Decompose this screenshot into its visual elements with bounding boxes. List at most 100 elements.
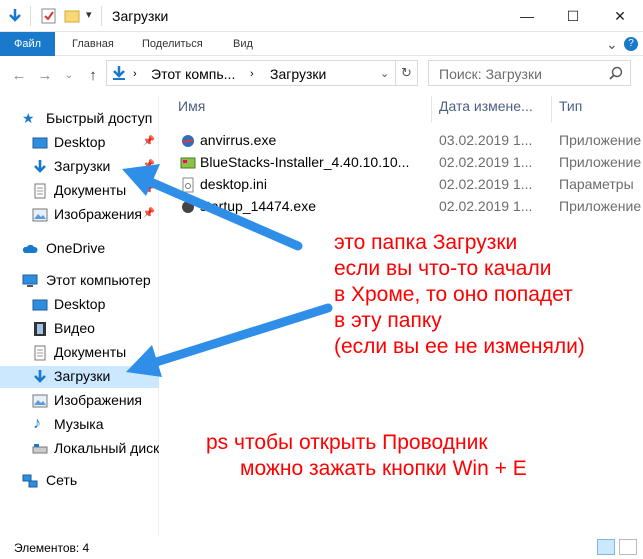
sidebar-item-this-pc[interactable]: Этот компьютер bbox=[0, 270, 159, 292]
breadcrumb-downloads[interactable]: Загрузки bbox=[270, 66, 326, 82]
sidebar-item-network[interactable]: Сеть bbox=[0, 470, 159, 492]
expand-ribbon-icon[interactable]: ⌄ bbox=[606, 32, 618, 56]
maximize-button[interactable]: ☐ bbox=[550, 0, 596, 32]
cloud-icon bbox=[22, 244, 38, 253]
music-note-icon: ♪ bbox=[33, 415, 41, 432]
file-row[interactable]: anvirrus.exe 03.02.2019 1... Приложение bbox=[160, 130, 643, 152]
column-header-type[interactable]: Тип bbox=[559, 98, 582, 114]
column-header-date[interactable]: Дата измене... bbox=[439, 98, 533, 114]
file-row[interactable]: BlueStacks-Installer_4.40.10.10... 02.02… bbox=[160, 152, 643, 174]
sidebar-item-quick-access[interactable]: ★ Быстрый доступ bbox=[0, 108, 159, 130]
network-icon bbox=[22, 474, 38, 488]
file-name: anvirrus.exe bbox=[200, 132, 277, 148]
divider bbox=[395, 61, 396, 85]
sidebar-item-documents-quick[interactable]: Документы 📌 bbox=[0, 180, 159, 202]
sidebar-item-downloads-quick[interactable]: Загрузки 📌 bbox=[0, 156, 159, 178]
breadcrumb-separator-icon: › bbox=[133, 68, 137, 80]
sidebar-item-label: Сеть bbox=[46, 472, 78, 488]
file-date: 02.02.2019 1... bbox=[439, 154, 533, 170]
installer-icon bbox=[180, 157, 196, 169]
file-date: 02.02.2019 1... bbox=[439, 176, 533, 192]
tab-share[interactable]: Поделиться bbox=[142, 32, 203, 56]
star-icon: ★ bbox=[22, 110, 35, 126]
breadcrumb-this-pc[interactable]: Этот компь... bbox=[151, 66, 235, 82]
column-divider[interactable] bbox=[431, 96, 432, 122]
refresh-icon[interactable]: ↻ bbox=[401, 65, 412, 81]
annotation-tip: можно зажать кнопки Win + E bbox=[240, 457, 527, 480]
video-icon bbox=[34, 322, 46, 336]
sidebar-item-documents[interactable]: Документы bbox=[0, 342, 159, 364]
sidebar-item-pictures[interactable]: Изображения bbox=[0, 390, 159, 412]
tab-view[interactable]: Вид bbox=[233, 32, 253, 56]
pin-icon[interactable]: 📌 bbox=[143, 184, 155, 195]
file-type: Параметры bbox=[559, 176, 634, 192]
sidebar-item-music[interactable]: ♪ Музыка bbox=[0, 414, 159, 436]
file-type: Приложение bbox=[559, 132, 642, 148]
hard-drive-icon bbox=[32, 444, 48, 454]
forward-arrow-icon[interactable]: → bbox=[36, 67, 54, 84]
breadcrumb-separator-icon: › bbox=[250, 68, 254, 80]
sidebar-item-label: Документы bbox=[54, 182, 127, 198]
navigation-pane: ★ Быстрый доступ Desktop 📌 Загрузки 📌 До… bbox=[0, 96, 159, 536]
large-icons-view-icon[interactable] bbox=[619, 539, 637, 555]
recent-locations-icon[interactable]: ⌄ bbox=[60, 70, 78, 81]
annotation-line: это папка Загрузки bbox=[334, 231, 518, 254]
sidebar-item-local-disk[interactable]: Локальный диск bbox=[0, 438, 159, 460]
address-bar[interactable]: › Этот компь... › Загрузки ⌄ ↻ bbox=[106, 60, 418, 86]
sidebar-item-label: Загрузки bbox=[54, 368, 111, 384]
tab-file[interactable]: Файл bbox=[0, 32, 55, 56]
sidebar-item-pictures-quick[interactable]: Изображения 📌 bbox=[0, 204, 159, 226]
file-type: Приложение bbox=[559, 154, 642, 170]
sidebar-item-label: Музыка bbox=[54, 416, 104, 432]
annotation-line: в эту папку bbox=[334, 309, 442, 332]
file-date: 03.02.2019 1... bbox=[439, 132, 533, 148]
sidebar-item-videos[interactable]: Видео bbox=[0, 318, 159, 340]
exe-icon bbox=[182, 135, 194, 147]
sidebar-item-downloads[interactable]: Загрузки bbox=[0, 366, 159, 388]
sidebar-item-label: Desktop bbox=[54, 134, 106, 150]
pin-icon[interactable]: 📌 bbox=[143, 160, 155, 171]
tab-home[interactable]: Главная bbox=[72, 32, 114, 56]
ribbon-tabs: Файл Главная Поделиться Вид ⌄ ? bbox=[0, 32, 643, 56]
search-icon bbox=[609, 66, 623, 80]
file-row[interactable]: startup_14474.exe 02.02.2019 1... Прилож… bbox=[160, 196, 643, 218]
close-button[interactable]: ✕ bbox=[597, 0, 643, 32]
pin-icon[interactable]: 📌 bbox=[143, 136, 155, 147]
annotation-tip: ps чтобы открыть Проводник bbox=[206, 431, 488, 454]
minimize-button[interactable]: — bbox=[504, 0, 550, 32]
up-arrow-icon[interactable]: ↑ bbox=[84, 67, 102, 84]
search-placeholder: Поиск: Загрузки bbox=[439, 66, 542, 82]
settings-file-icon bbox=[182, 177, 194, 193]
back-arrow-icon[interactable]: ← bbox=[10, 67, 28, 84]
annotation-line: в Хроме, то оно попадет bbox=[334, 283, 573, 306]
sidebar-item-label: Документы bbox=[54, 344, 127, 360]
annotation-line: (если вы ее не изменяли) bbox=[334, 335, 585, 358]
properties-icon[interactable] bbox=[40, 7, 58, 25]
file-name: BlueStacks-Installer_4.40.10.10... bbox=[200, 154, 410, 170]
documents-icon bbox=[34, 345, 46, 361]
details-view-icon[interactable] bbox=[597, 539, 615, 555]
address-dropdown-icon[interactable]: ⌄ bbox=[380, 67, 389, 80]
desktop-icon bbox=[32, 137, 48, 149]
pin-icon[interactable]: 📌 bbox=[143, 208, 155, 219]
sidebar-item-desktop[interactable]: Desktop bbox=[0, 294, 159, 316]
status-bar: Элементов: 4 bbox=[0, 536, 643, 559]
item-count: Элементов: 4 bbox=[14, 541, 90, 555]
column-header-name[interactable]: Имя bbox=[178, 98, 205, 114]
desktop-icon bbox=[32, 299, 48, 311]
pictures-icon bbox=[32, 394, 48, 408]
file-name: desktop.ini bbox=[200, 176, 267, 192]
file-row[interactable]: desktop.ini 02.02.2019 1... Параметры bbox=[160, 174, 643, 196]
pictures-icon bbox=[32, 208, 48, 222]
new-folder-icon[interactable] bbox=[63, 7, 81, 25]
sidebar-item-desktop-quick[interactable]: Desktop 📌 bbox=[0, 132, 159, 154]
sidebar-item-label: Изображения bbox=[54, 206, 142, 222]
customize-toolbar-icon[interactable]: ▾ bbox=[86, 8, 92, 21]
divider bbox=[101, 6, 102, 26]
help-icon[interactable]: ? bbox=[624, 37, 638, 51]
sidebar-item-onedrive[interactable]: OneDrive bbox=[0, 238, 159, 260]
search-input[interactable]: Поиск: Загрузки bbox=[428, 60, 631, 86]
download-arrow-icon[interactable] bbox=[6, 7, 24, 25]
exe-icon bbox=[182, 201, 194, 213]
column-divider[interactable] bbox=[551, 96, 552, 122]
